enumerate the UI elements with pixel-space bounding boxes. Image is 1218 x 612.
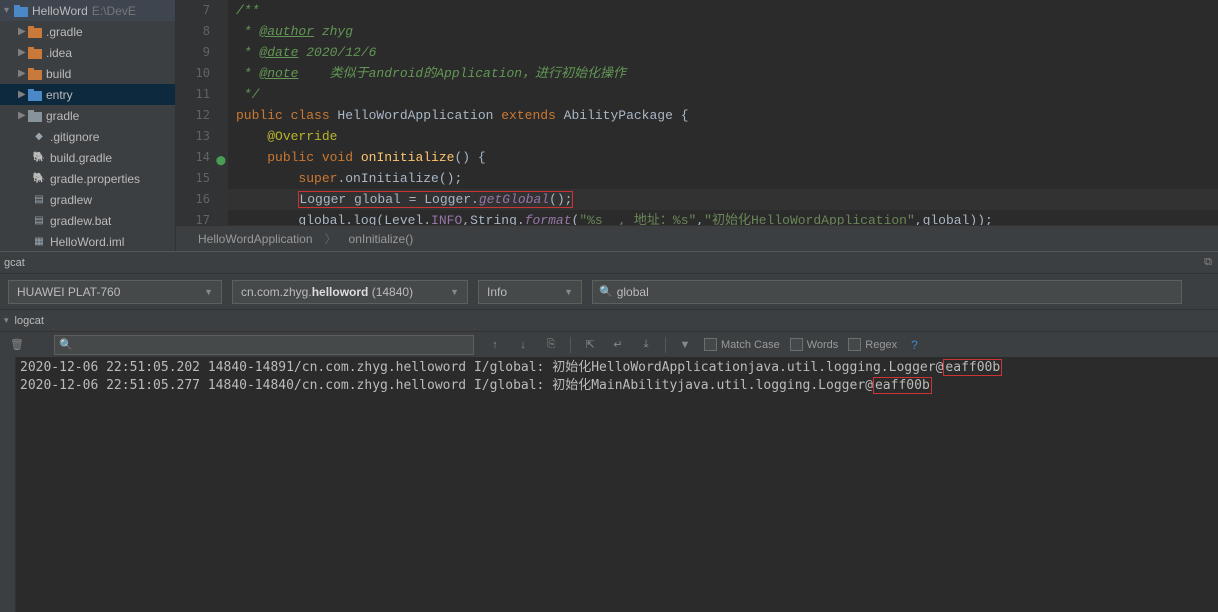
project-name: HelloWord — [32, 4, 88, 18]
folder-icon — [28, 26, 42, 38]
file-icon: ▤ — [32, 214, 46, 228]
clear-icon[interactable]: 🗑 — [8, 336, 26, 354]
tree-item--idea[interactable]: ▶.idea — [0, 42, 175, 63]
find-in-log[interactable]: 🔍 — [54, 335, 474, 355]
log-output[interactable]: 2020-12-06 22:51:05.202 14840-14891/cn.c… — [0, 357, 1218, 612]
device-dropdown[interactable]: HUAWEI PLAT-760▼ — [8, 280, 222, 304]
code-line-8[interactable]: * @author zhyg — [228, 21, 1218, 42]
tree-item-entry[interactable]: ▶entry — [0, 84, 175, 105]
pin-icon[interactable]: ⎘ — [542, 336, 560, 354]
words-checkbox[interactable]: Words — [790, 338, 839, 351]
file-icon: ▤ — [32, 193, 46, 207]
tree-item-HelloWord-iml[interactable]: ▦HelloWord.iml — [0, 231, 175, 251]
logcat-panel-header[interactable]: ▾ logcat — [0, 309, 1218, 331]
help-icon[interactable]: ? — [911, 338, 918, 352]
scroll-end-icon[interactable]: ⤓ — [637, 336, 655, 354]
tree-item--gradle[interactable]: ▶.gradle — [0, 21, 175, 42]
logcat-search-input[interactable] — [617, 285, 1175, 299]
folder-icon — [28, 68, 42, 80]
soft-wrap-icon[interactable]: ↵ — [609, 336, 627, 354]
match-case-checkbox[interactable]: Match Case — [704, 338, 780, 351]
code-line-7[interactable]: /** — [228, 0, 1218, 21]
tree-item-build[interactable]: ▶build — [0, 63, 175, 84]
tree-item--gitignore[interactable]: ◆.gitignore — [0, 126, 175, 147]
tree-item-gradle[interactable]: ▶gradle — [0, 105, 175, 126]
search-icon: 🔍 — [599, 285, 613, 298]
folder-icon — [28, 110, 42, 122]
logcat-filter-bar: HUAWEI PLAT-760▼ cn.com.zhyg.helloword (… — [0, 273, 1218, 309]
code-line-12[interactable]: public class HelloWordApplication extend… — [228, 105, 1218, 126]
project-tree[interactable]: ▾ HelloWord E:\DevE ▶.gradle▶.idea▶build… — [0, 0, 176, 251]
code-line-10[interactable]: * @note 类似于android的Application，进行初始化操作 — [228, 63, 1218, 84]
code-editor: 7891011121314⬤151617181920 /** * @author… — [176, 0, 1218, 251]
chevron-down-icon: ▼ — [564, 287, 573, 297]
tree-item-gradlew-bat[interactable]: ▤gradlew.bat — [0, 210, 175, 231]
folder-icon — [28, 47, 42, 59]
logcat-toolbar: 🗑 🔍 ↑ ↓ ⎘ ⇱ ↵ ⤓ ▼ Match Case Words Regex… — [0, 331, 1218, 357]
tree-project-root[interactable]: ▾ HelloWord E:\DevE — [0, 0, 175, 21]
tree-item-gradle-properties[interactable]: 🐘gradle.properties — [0, 168, 175, 189]
project-path: E:\DevE — [92, 4, 136, 18]
breadcrumb[interactable]: HelloWordApplication 〉 onInitialize() — [176, 225, 1218, 251]
log-line[interactable]: 2020-12-06 22:51:05.202 14840-14891/cn.c… — [20, 359, 1210, 377]
tree-item-gradlew[interactable]: ▤gradlew — [0, 189, 175, 210]
chevron-down-icon: ▼ — [204, 287, 213, 297]
code-line-14[interactable]: public void onInitialize() { — [228, 147, 1218, 168]
code-line-11[interactable]: */ — [228, 84, 1218, 105]
code-line-9[interactable]: * @date 2020/12/6 — [228, 42, 1218, 63]
arrow-up-icon[interactable]: ↑ — [486, 336, 504, 354]
code-content[interactable]: /** * @author zhyg * @date 2020/12/6 * @… — [228, 0, 1218, 225]
code-line-17[interactable]: global.log(Level.INFO,String.format("%s … — [228, 210, 1218, 225]
chevron-down-icon: ▼ — [450, 287, 459, 297]
breadcrumb-method[interactable]: onInitialize() — [343, 232, 420, 246]
search-icon: 🔍 — [59, 338, 73, 351]
file-icon: 🐘 — [32, 151, 46, 165]
process-dropdown[interactable]: cn.com.zhyg.helloword (14840)▼ — [232, 280, 468, 304]
code-line-15[interactable]: super.onInitialize(); — [228, 168, 1218, 189]
file-icon: 🐘 — [32, 172, 46, 186]
file-icon: ◆ — [32, 130, 46, 144]
code-line-13[interactable]: @Override — [228, 126, 1218, 147]
logcat-tab-strip[interactable]: gcat ⧉ — [0, 251, 1218, 273]
log-line[interactable]: 2020-12-06 22:51:05.277 14840-14840/cn.c… — [20, 377, 1210, 395]
find-input[interactable] — [73, 339, 469, 351]
folder-icon — [28, 89, 42, 101]
chevron-right-icon: 〉 — [319, 230, 343, 247]
tree-item-build-gradle[interactable]: 🐘build.gradle — [0, 147, 175, 168]
file-icon: ▦ — [32, 235, 46, 249]
collapse-icon[interactable]: ▾ — [4, 315, 9, 326]
arrow-down-icon[interactable]: ↓ — [514, 336, 532, 354]
line-gutter[interactable]: 7891011121314⬤151617181920 — [176, 0, 228, 225]
select-all-icon[interactable]: ⇱ — [581, 336, 599, 354]
filter-icon[interactable]: ▼ — [676, 336, 694, 354]
breadcrumb-class[interactable]: HelloWordApplication — [192, 232, 319, 246]
restore-icon[interactable]: ⧉ — [1204, 256, 1212, 269]
regex-checkbox[interactable]: Regex — [848, 338, 897, 351]
project-icon — [14, 5, 28, 17]
logcat-search[interactable]: 🔍 — [592, 280, 1182, 304]
level-dropdown[interactable]: Info▼ — [478, 280, 582, 304]
code-line-16[interactable]: Logger global = Logger.getGlobal(); — [228, 189, 1218, 210]
logcat-tab-label[interactable]: gcat — [4, 257, 25, 269]
